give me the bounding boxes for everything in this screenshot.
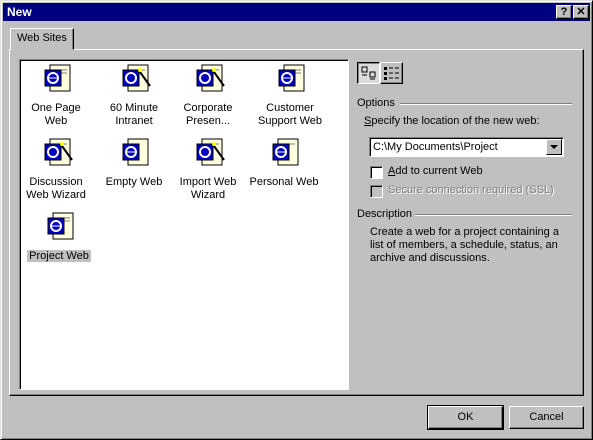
location-combobox[interactable]: C:\My Documents\Project xyxy=(369,137,564,157)
description-line: list of members, a schedule, status, an xyxy=(370,239,558,251)
add-to-current-web-checkbox[interactable] xyxy=(370,166,383,179)
large-icons-view-icon xyxy=(361,66,376,80)
template-label-line2: Presen... xyxy=(185,115,231,127)
description-line: Create a web for a project containing a xyxy=(370,226,559,238)
help-button[interactable]: ? xyxy=(556,5,572,19)
large-icons-view-button[interactable] xyxy=(357,62,380,84)
web-page-icon xyxy=(122,138,149,166)
add-current-rest: dd to current Web xyxy=(395,165,483,177)
details-view-icon xyxy=(384,67,399,80)
ssl-label: Secure connection required (SSL) xyxy=(388,184,554,196)
template-label-line1: Empty Web xyxy=(105,176,163,188)
options-divider xyxy=(400,103,572,105)
ssl-checkbox[interactable] xyxy=(370,185,383,198)
web-page-icon xyxy=(272,138,299,166)
description-text: Create a web for a project containing a … xyxy=(370,226,559,265)
web-wizard-icon xyxy=(196,64,225,92)
template-label-line1: Personal Web xyxy=(249,176,319,188)
template-label-line2: Wizard xyxy=(190,189,226,201)
template-label-line1: Corporate xyxy=(183,102,233,114)
tab-label: Web Sites xyxy=(17,32,67,44)
template-label-line2: Web Wizard xyxy=(26,189,86,201)
template-label-line1: Import Web xyxy=(179,176,237,188)
cancel-button[interactable]: Cancel xyxy=(509,406,584,429)
template-label-line2: Intranet xyxy=(115,115,153,127)
template-label-line1: Project Web xyxy=(27,250,91,262)
template-label-line1: Customer xyxy=(266,102,314,114)
tab-web-sites[interactable]: Web Sites xyxy=(10,28,74,50)
description-group-label: Description xyxy=(357,208,413,220)
template-label-line2: Web xyxy=(44,115,68,127)
details-view-button[interactable] xyxy=(380,62,403,84)
ok-button[interactable]: OK xyxy=(427,405,504,430)
location-label: Specify the location of the new web: xyxy=(364,115,540,127)
location-value: C:\My Documents\Project xyxy=(373,141,498,153)
web-page-icon xyxy=(44,64,71,92)
template-label-line1: 60 Minute xyxy=(109,102,159,114)
description-divider xyxy=(415,214,572,216)
close-button[interactable]: ✕ xyxy=(573,5,589,19)
template-list[interactable]: One Page Web 60 Minute Intranet Corporate P… xyxy=(19,59,349,390)
web-page-icon xyxy=(47,212,74,240)
description-line: archive and discussions. xyxy=(370,252,490,264)
web-wizard-icon xyxy=(44,138,73,166)
template-label-line2: Support Web xyxy=(257,115,322,127)
dropdown-arrow-icon[interactable] xyxy=(546,139,562,155)
add-to-current-web-label[interactable]: Add to current Web xyxy=(388,165,483,177)
template-label-line1: One Page xyxy=(31,102,81,114)
location-label-rest: pecify the location of the new web: xyxy=(371,115,540,127)
web-page-icon xyxy=(278,64,305,92)
template-label-line1: Discussion xyxy=(29,176,83,188)
web-wizard-icon xyxy=(122,64,151,92)
options-group-label: Options xyxy=(357,97,395,109)
title-bar[interactable]: New ? ✕ xyxy=(3,3,590,21)
dialog-title: New xyxy=(7,5,32,19)
web-wizard-icon xyxy=(196,138,225,166)
